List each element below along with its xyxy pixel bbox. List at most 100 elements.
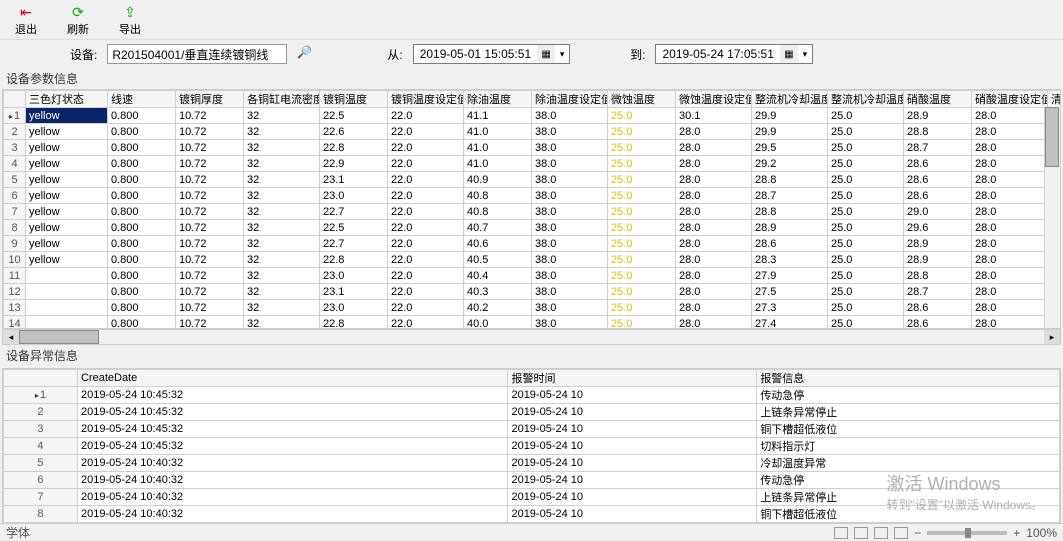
table-cell[interactable]: 38.0 [532,236,608,252]
table-cell[interactable]: 0.800 [108,236,176,252]
table-cell[interactable] [26,316,108,330]
table-cell[interactable]: 22.9 [320,156,388,172]
table-cell[interactable]: yellow [26,124,108,140]
table-cell[interactable]: 38.0 [532,284,608,300]
table-cell[interactable]: 28.0 [972,108,1048,124]
table-cell[interactable]: 2019-05-24 10:45:32 [77,387,507,404]
export-button[interactable]: ⇪ 导出 [114,2,146,39]
table-cell[interactable]: 2019-05-24 10:45:32 [77,438,507,455]
table-cell[interactable]: 38.0 [532,172,608,188]
table-cell[interactable]: 28.0 [972,316,1048,330]
table-cell[interactable]: 28.0 [972,204,1048,220]
table-cell[interactable]: 28.9 [752,220,828,236]
column-header[interactable]: 微蚀温度 [608,91,676,108]
table-cell[interactable]: 32 [244,156,320,172]
table-cell[interactable]: 0.800 [108,124,176,140]
table-row[interactable]: 1yellow0.80010.723222.522.041.138.025.03… [4,108,1062,124]
table-row[interactable]: 62019-05-24 10:40:322019-05-24 10传动急停 [4,472,1060,489]
table-row[interactable]: 42019-05-24 10:45:322019-05-24 10切料指示灯 [4,438,1060,455]
table-cell[interactable]: 38.0 [532,140,608,156]
table-cell[interactable]: 28.0 [676,268,752,284]
params-grid[interactable]: 三色灯状态线速镀铜厚度各铜缸电流密度镀铜温度镀铜温度设定值除油温度除油温度设定值… [2,89,1061,329]
table-cell[interactable]: 22.0 [388,220,464,236]
table-cell[interactable]: 32 [244,284,320,300]
table-cell[interactable]: 10.72 [176,252,244,268]
table-cell[interactable]: 40.7 [464,220,532,236]
row-number[interactable]: 13 [4,300,26,316]
table-cell[interactable]: 切料指示灯 [757,438,1060,455]
table-cell[interactable]: 32 [244,236,320,252]
zoom-minus[interactable]: − [914,526,921,540]
column-header[interactable]: 报警时间 [508,370,757,387]
table-row[interactable]: 120.80010.723223.122.040.338.025.028.027… [4,284,1062,300]
table-cell[interactable]: 32 [244,220,320,236]
table-cell[interactable]: 22.0 [388,284,464,300]
row-number[interactable]: 10 [4,252,26,268]
table-cell[interactable]: 28.3 [752,252,828,268]
table-cell[interactable]: 25.0 [828,204,904,220]
table-cell[interactable]: 38.0 [532,252,608,268]
table-cell[interactable]: 0.800 [108,172,176,188]
table-cell[interactable]: 25.0 [828,124,904,140]
table-cell[interactable]: 28.0 [972,284,1048,300]
table-cell[interactable]: 28.0 [676,284,752,300]
table-cell[interactable]: 23.0 [320,188,388,204]
table-cell[interactable]: 28.0 [676,204,752,220]
table-cell[interactable]: yellow [26,156,108,172]
table-cell[interactable]: 38.0 [532,220,608,236]
table-cell[interactable]: 22.0 [388,268,464,284]
row-number[interactable]: 6 [4,472,78,489]
table-cell[interactable]: 29.9 [752,108,828,124]
table-cell[interactable]: 22.8 [320,316,388,330]
table-cell[interactable]: 28.0 [972,188,1048,204]
table-cell[interactable]: 32 [244,140,320,156]
table-row[interactable]: 32019-05-24 10:45:322019-05-24 10铜下槽超低液位 [4,421,1060,438]
table-row[interactable]: 22019-05-24 10:45:322019-05-24 10上链条异常停止 [4,404,1060,421]
table-cell[interactable]: 10.72 [176,204,244,220]
table-cell[interactable]: 38.0 [532,188,608,204]
table-cell[interactable]: 28.0 [972,124,1048,140]
table-cell[interactable]: 22.0 [388,316,464,330]
table-row[interactable]: 3yellow0.80010.723222.822.041.038.025.02… [4,140,1062,156]
table-cell[interactable]: 2019-05-24 10 [508,438,757,455]
table-cell[interactable]: 28.0 [676,236,752,252]
table-cell[interactable]: 28.0 [972,300,1048,316]
table-cell[interactable]: 22.0 [388,108,464,124]
table-cell[interactable]: 27.5 [752,284,828,300]
table-cell[interactable]: 25.0 [608,268,676,284]
column-header[interactable]: 线速 [108,91,176,108]
table-cell[interactable]: 25.0 [828,188,904,204]
table-cell[interactable]: 32 [244,252,320,268]
table-cell[interactable]: yellow [26,204,108,220]
table-row[interactable]: 140.80010.723222.822.040.038.025.028.027… [4,316,1062,330]
table-cell[interactable]: 40.3 [464,284,532,300]
table-cell[interactable]: 29.2 [752,156,828,172]
table-cell[interactable]: 2019-05-24 10 [508,421,757,438]
vertical-scrollbar[interactable] [1044,107,1060,328]
table-cell[interactable]: 25.0 [828,156,904,172]
table-cell[interactable]: 38.0 [532,156,608,172]
table-cell[interactable]: 铜下槽超低液位 [757,506,1060,523]
table-cell[interactable]: 23.0 [320,268,388,284]
table-cell[interactable]: 0.800 [108,108,176,124]
table-cell[interactable]: 40.9 [464,172,532,188]
column-header[interactable]: 除油温度 [464,91,532,108]
table-cell[interactable]: yellow [26,108,108,124]
table-cell[interactable]: 22.8 [320,252,388,268]
column-header[interactable]: 硝酸温度 [904,91,972,108]
table-row[interactable]: 82019-05-24 10:40:322019-05-24 10铜下槽超低液位 [4,506,1060,523]
exit-button[interactable]: ⇤ 退出 [10,2,42,39]
table-cell[interactable]: 29.9 [752,124,828,140]
table-cell[interactable]: 41.0 [464,140,532,156]
table-cell[interactable]: 28.0 [972,236,1048,252]
table-cell[interactable]: 28.0 [972,268,1048,284]
table-cell[interactable]: 22.8 [320,140,388,156]
scroll-left-icon[interactable]: ◂ [3,330,19,344]
table-cell[interactable]: 30.1 [676,108,752,124]
table-cell[interactable]: 10.72 [176,156,244,172]
column-header[interactable]: 硝酸温度设定值 [972,91,1048,108]
refresh-button[interactable]: ⟳ 刷新 [62,2,94,39]
table-cell[interactable]: 22.0 [388,172,464,188]
table-cell[interactable]: 32 [244,204,320,220]
table-cell[interactable]: 28.0 [676,300,752,316]
